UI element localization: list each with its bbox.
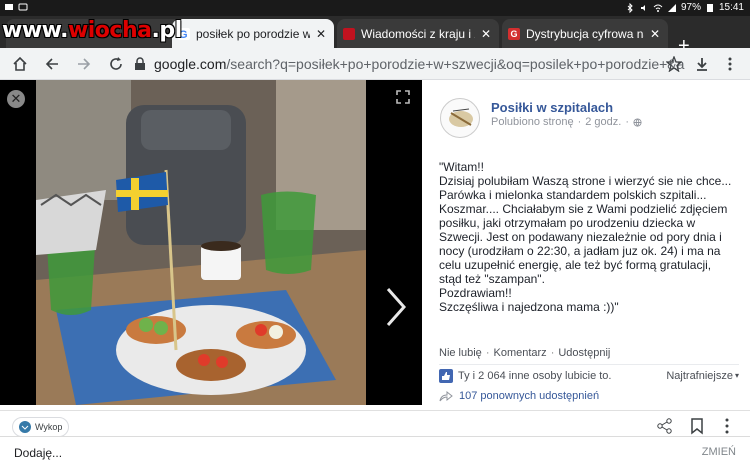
wykop-icon <box>19 421 31 433</box>
download-icon[interactable] <box>690 52 714 76</box>
tab-strip: G posiłek po porodzie w s ✕ Wiadomości z… <box>0 16 750 56</box>
change-button[interactable]: ZMIEŃ <box>702 446 736 458</box>
like-thumb-icon <box>439 368 453 383</box>
page-avatar[interactable] <box>440 98 480 138</box>
tab-title: posiłek po porodzie w s <box>196 26 310 41</box>
g-favicon-icon: G <box>508 27 520 40</box>
wifi-icon <box>653 4 663 12</box>
signal-icon <box>667 3 676 12</box>
home-icon[interactable] <box>8 52 32 76</box>
post-actions: Nie lubię · Komentarz · Udostępnij <box>439 347 610 359</box>
action-separator: · <box>485 347 490 359</box>
more-icon[interactable] <box>718 417 736 435</box>
post-text-line: Dzisiaj polubiłam Waszą strone i wierzyć… <box>439 174 732 286</box>
action-separator: · <box>550 347 555 359</box>
notification-icon <box>5 4 13 10</box>
meal-photo <box>36 80 366 405</box>
bottom-bar: Wykop <box>0 410 750 437</box>
chevron-down-icon: ▾ <box>734 371 739 380</box>
lock-icon <box>135 57 145 70</box>
browser-toolbar: google.com/search?q=posiłek+po+porodzie+… <box>0 48 750 80</box>
expand-icon[interactable] <box>396 90 410 104</box>
message-icon <box>18 3 28 11</box>
post-text-line: Pozdrawiam!! <box>439 286 512 300</box>
wykop-chip[interactable]: Wykop <box>12 417 70 437</box>
comment-link[interactable]: Komentarz <box>493 347 546 359</box>
likes-row: Ty i 2 064 inne osoby lubicie to. Najtra… <box>439 364 739 386</box>
post-meta: Polubiono stronę · 2 godz. · <box>491 116 642 128</box>
clock: 15:41 <box>718 2 744 13</box>
post-text-line: "Witam!! <box>439 160 484 174</box>
tab-close-icon[interactable]: ✕ <box>314 27 328 41</box>
sort-dropdown[interactable]: Najtrafniejsze <box>666 370 733 382</box>
status-bar: 97% 15:41 <box>0 0 750 16</box>
tab-active[interactable]: G posiłek po porodzie w s ✕ <box>172 19 334 48</box>
post-age[interactable]: 2 godz. <box>585 116 621 128</box>
star-icon[interactable] <box>662 52 686 76</box>
tab-dystrybucja[interactable]: G Dystrybucja cyfrowa na ✕ <box>502 19 668 48</box>
battery-icon <box>706 3 713 12</box>
next-image-icon[interactable] <box>380 285 410 329</box>
battery-level: 97% <box>680 2 701 13</box>
globe-icon <box>633 117 642 127</box>
share-icon[interactable] <box>656 417 674 435</box>
page-name-link[interactable]: Posiłki w szpitalach <box>491 100 613 115</box>
url-bar[interactable]: google.com/search?q=posiłek+po+porodzie+… <box>134 52 694 76</box>
wiocha-logo: www.wiocha.pl <box>2 18 182 43</box>
chip-label: Wykop <box>35 422 63 432</box>
reload-icon[interactable] <box>104 52 128 76</box>
facebook-post: Posiłki w szpitalach Polubiono stronę · … <box>422 80 750 405</box>
likes-count[interactable]: Ty i 2 064 inne osoby lubicie to. <box>458 370 611 382</box>
snackbar-message: Dodaję... <box>14 446 63 460</box>
shares-row[interactable]: 107 ponownych udostępnień <box>439 387 739 405</box>
close-viewer-icon[interactable]: ✕ <box>7 90 25 108</box>
status-right: 97% 15:41 <box>625 2 744 13</box>
meta-separator: · <box>625 116 629 128</box>
mute-icon <box>640 4 645 11</box>
tab-title: Dystrybucja cyfrowa na <box>526 26 644 41</box>
page-content: ✕ Posiłki w szpitalach Polubiono stronę … <box>0 80 750 410</box>
tab-close-icon[interactable]: ✕ <box>648 27 662 41</box>
meta-separator: · <box>577 116 582 128</box>
status-left <box>4 2 28 12</box>
shares-count: 107 ponownych udostępnień <box>459 390 600 402</box>
tab-title: Wiadomości z kraju i ze <box>361 26 475 41</box>
share-link[interactable]: Udostępnij <box>558 347 610 359</box>
url-path: /search?q=posiłek+po+porodzie+w+szwecji&… <box>226 56 685 72</box>
bookmark-icon[interactable] <box>688 417 706 435</box>
forward-icon[interactable] <box>72 52 96 76</box>
post-text-line: Szczęśliwa i najedzona mama :))" <box>439 300 619 314</box>
url-host: google.com <box>154 56 227 72</box>
snackbar: Dodaję... ZMIEŃ <box>0 436 750 469</box>
tab-close-icon[interactable]: ✕ <box>479 27 493 41</box>
share-arrow-icon <box>439 390 453 402</box>
liked-status: Polubiono stronę <box>491 116 574 128</box>
back-icon[interactable] <box>40 52 64 76</box>
news-favicon-icon <box>343 27 355 40</box>
tab-wiadomosci[interactable]: Wiadomości z kraju i ze ✕ <box>337 19 499 48</box>
unlike-link[interactable]: Nie lubię <box>439 347 482 359</box>
post-text: "Witam!! Dzisiaj polubiłam Waszą strone … <box>439 160 737 314</box>
menu-icon[interactable] <box>718 52 742 76</box>
bluetooth-icon <box>627 2 633 13</box>
image-viewer: ✕ <box>0 80 422 405</box>
